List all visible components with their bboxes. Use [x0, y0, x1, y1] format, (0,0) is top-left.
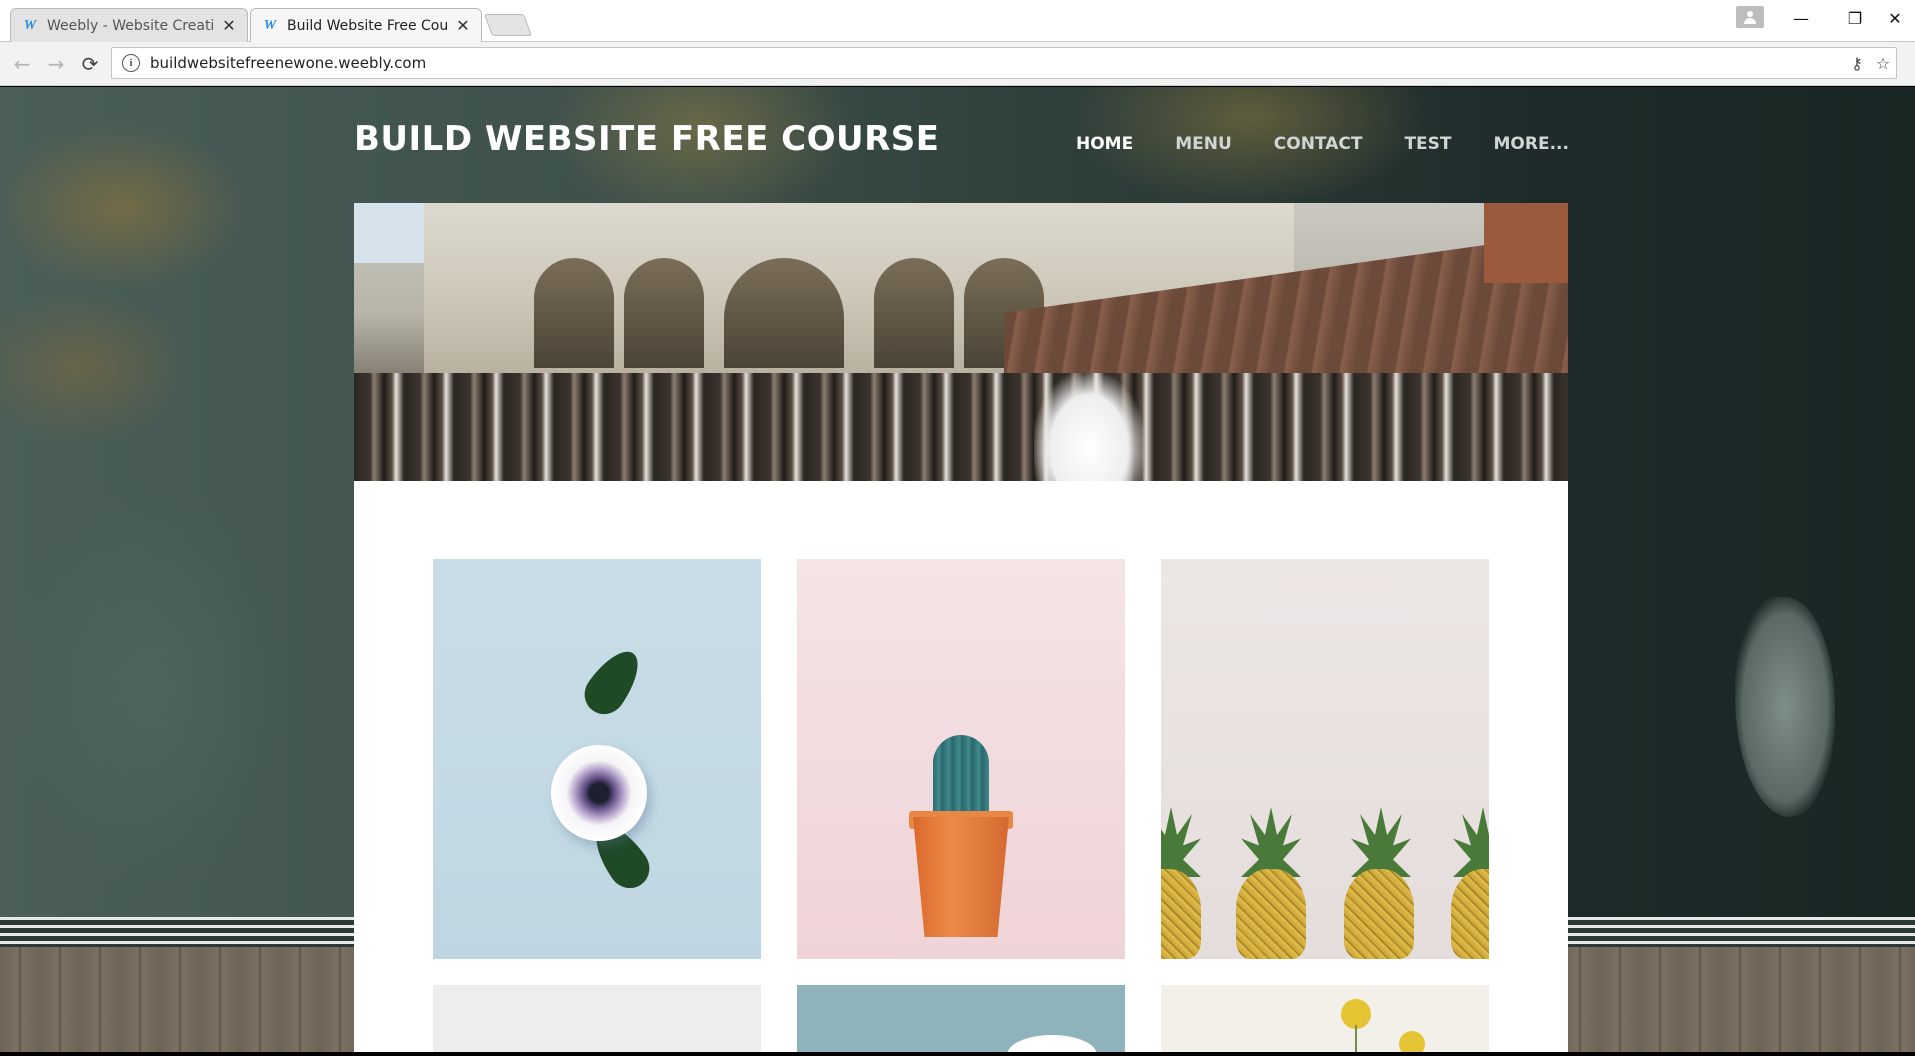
- hero-bride: [1034, 373, 1144, 481]
- terracotta-pot: [913, 817, 1009, 937]
- leaf: [576, 641, 650, 723]
- hero-arch: [874, 258, 954, 368]
- site-info-icon[interactable]: i: [122, 54, 140, 72]
- bookmark-star-icon[interactable]: ☆: [1870, 54, 1896, 73]
- window-close-icon[interactable]: ✕: [1875, 6, 1915, 30]
- website-viewport: BUILD WEBSITE FREE COURSE HOME MENU CONT…: [0, 87, 1915, 1052]
- site-nav: HOME MENU CONTACT TEST MORE...: [1076, 132, 1569, 156]
- anemone-flower: [551, 745, 647, 841]
- pineapple-crown: [1241, 807, 1301, 877]
- gallery-image-pineapples[interactable]: [1161, 559, 1489, 959]
- tab-title: Build Website Free Cours: [287, 17, 447, 34]
- weebly-favicon-icon: W: [263, 17, 277, 33]
- nav-contact[interactable]: CONTACT: [1274, 134, 1363, 154]
- back-icon[interactable]: ←: [8, 50, 36, 78]
- gallery-image-grey[interactable]: [433, 985, 761, 1052]
- gallery-image-yellow-flowers[interactable]: [1161, 985, 1489, 1052]
- minimize-icon[interactable]: —: [1781, 6, 1821, 30]
- browser-toolbar: ← → ⟳ i buildwebsitefreenewone.weebly.co…: [0, 42, 1915, 86]
- nav-more[interactable]: MORE...: [1494, 134, 1569, 154]
- gallery-image-flower[interactable]: [433, 559, 761, 959]
- gallery-image-cactus[interactable]: [797, 559, 1125, 959]
- main-content: [354, 203, 1568, 1052]
- pineapple: [1451, 869, 1489, 959]
- reload-icon[interactable]: ⟳: [76, 50, 104, 78]
- pineapple-crown: [1453, 807, 1489, 877]
- hero-arch: [624, 258, 704, 368]
- gallery-image-teal-flower[interactable]: [797, 985, 1125, 1052]
- background-rock: [1735, 597, 1835, 817]
- hero-arch: [724, 258, 844, 368]
- hero-arch: [534, 258, 614, 368]
- hero-sky: [354, 203, 434, 263]
- hero-crowd: [354, 373, 1568, 481]
- tab-weebly[interactable]: W Weebly - Website Creatic ✕: [10, 8, 248, 42]
- tab-title: Weebly - Website Creatic: [47, 17, 213, 34]
- tab-build-website[interactable]: W Build Website Free Cours ✕: [250, 8, 482, 42]
- pineapple: [1344, 869, 1414, 959]
- white-flower: [1007, 1035, 1097, 1052]
- forward-icon[interactable]: →: [42, 50, 70, 78]
- url-text[interactable]: buildwebsitefreenewone.weebly.com: [150, 54, 1844, 72]
- nav-menu[interactable]: MENU: [1175, 134, 1232, 154]
- key-icon[interactable]: ⚷: [1844, 54, 1870, 73]
- pineapple-crown: [1351, 807, 1411, 877]
- nav-home[interactable]: HOME: [1076, 134, 1133, 154]
- close-tab-icon[interactable]: ✕: [221, 16, 237, 35]
- flower-stem: [1355, 1025, 1357, 1052]
- profile-icon[interactable]: [1736, 6, 1764, 28]
- close-tab-icon[interactable]: ✕: [455, 16, 471, 35]
- new-tab-button[interactable]: [483, 14, 533, 36]
- weebly-favicon-icon: W: [23, 17, 37, 33]
- site-title[interactable]: BUILD WEBSITE FREE COURSE: [354, 119, 940, 159]
- cactus: [933, 735, 989, 819]
- pineapple: [1161, 869, 1201, 959]
- address-bar[interactable]: i buildwebsitefreenewone.weebly.com ⚷ ☆: [111, 47, 1897, 79]
- nav-test[interactable]: TEST: [1404, 134, 1451, 154]
- pineapple: [1236, 869, 1306, 959]
- pineapple-crown: [1161, 807, 1201, 877]
- browser-tab-strip: W Weebly - Website Creatic ✕ W Build Web…: [0, 0, 1915, 42]
- hero-brick-building: [1484, 203, 1568, 283]
- hero-image: [354, 203, 1568, 481]
- restore-icon[interactable]: ❐: [1835, 6, 1875, 30]
- craspedia-flower: [1399, 1031, 1425, 1052]
